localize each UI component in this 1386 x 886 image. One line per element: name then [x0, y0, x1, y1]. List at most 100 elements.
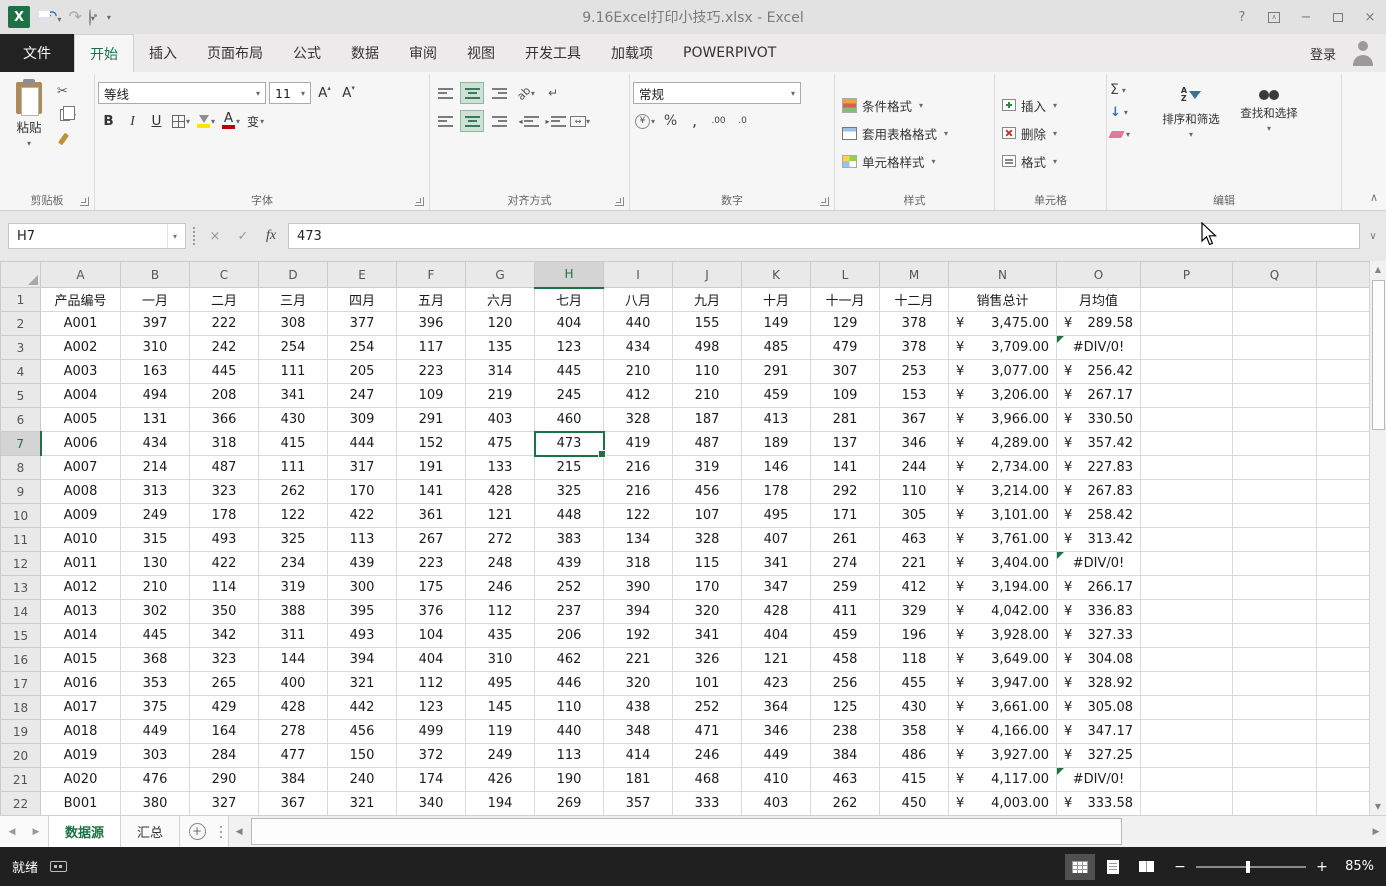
cell-H15[interactable]: 206	[535, 624, 604, 648]
row-header-3[interactable]: 3	[1, 336, 41, 360]
cell-B21[interactable]: 476	[121, 768, 190, 792]
row-header-19[interactable]: 19	[1, 720, 41, 744]
sort-filter-button[interactable]: AZ 排序和筛选 ▾	[1152, 76, 1230, 190]
clipboard-dialog-launcher[interactable]	[80, 197, 89, 206]
cell-H20[interactable]: 113	[535, 744, 604, 768]
cell-B22[interactable]: 380	[121, 792, 190, 816]
row-header-13[interactable]: 13	[1, 576, 41, 600]
cell-F11[interactable]: 267	[397, 528, 466, 552]
cell-M9[interactable]: 110	[880, 480, 949, 504]
cell-M15[interactable]: 196	[880, 624, 949, 648]
cell-F2[interactable]: 396	[397, 312, 466, 336]
cell-J12[interactable]: 115	[673, 552, 742, 576]
cell-E20[interactable]: 150	[328, 744, 397, 768]
ribbon-tab-审阅[interactable]: 审阅	[394, 34, 452, 72]
column-header-N[interactable]: N	[949, 262, 1057, 288]
cell-E1[interactable]: 四月	[328, 288, 397, 312]
cell-B10[interactable]: 249	[121, 504, 190, 528]
cell-C3[interactable]: 242	[190, 336, 259, 360]
cell-Q17[interactable]	[1233, 672, 1317, 696]
horizontal-scrollbar-track[interactable]	[249, 816, 1366, 847]
number-format-dropdown-icon[interactable]: ▾	[786, 89, 795, 98]
zoom-slider[interactable]	[1196, 866, 1306, 868]
align-top-button[interactable]	[433, 82, 457, 104]
row-header-18[interactable]: 18	[1, 696, 41, 720]
ribbon-display-options-button[interactable]: ∧	[1258, 0, 1290, 34]
cell-styles-button[interactable]: 单元格样式▾	[838, 148, 991, 174]
cell-M8[interactable]: 244	[880, 456, 949, 480]
alignment-dialog-launcher[interactable]	[615, 197, 624, 206]
cell-K8[interactable]: 146	[742, 456, 811, 480]
cell-K7[interactable]: 189	[742, 432, 811, 456]
cell-P5[interactable]	[1141, 384, 1233, 408]
cell-G5[interactable]: 219	[466, 384, 535, 408]
insert-cells-button[interactable]: 插入▾	[998, 92, 1103, 118]
font-size-combo[interactable]: 11▾	[269, 82, 311, 104]
cell-M1[interactable]: 十二月	[880, 288, 949, 312]
cell-D6[interactable]: 430	[259, 408, 328, 432]
cell-M2[interactable]: 378	[880, 312, 949, 336]
row-header-12[interactable]: 12	[1, 552, 41, 576]
cell-F18[interactable]: 123	[397, 696, 466, 720]
align-middle-button[interactable]	[460, 82, 484, 104]
ribbon-tab-开发工具[interactable]: 开发工具	[510, 34, 596, 72]
row-header-6[interactable]: 6	[1, 408, 41, 432]
cell-Q7[interactable]	[1233, 432, 1317, 456]
cell-H10[interactable]: 448	[535, 504, 604, 528]
cell-J20[interactable]: 246	[673, 744, 742, 768]
cell-I15[interactable]: 192	[604, 624, 673, 648]
cell-L11[interactable]: 261	[811, 528, 880, 552]
font-size-dropdown-icon[interactable]: ▾	[296, 89, 305, 98]
cell-M22[interactable]: 450	[880, 792, 949, 816]
cell-B14[interactable]: 302	[121, 600, 190, 624]
cell-K14[interactable]: 428	[742, 600, 811, 624]
cell-F9[interactable]: 141	[397, 480, 466, 504]
cell-G12[interactable]: 248	[466, 552, 535, 576]
sheet-tab-数据源[interactable]: 数据源	[48, 816, 121, 847]
cell-G15[interactable]: 435	[466, 624, 535, 648]
cell-I6[interactable]: 328	[604, 408, 673, 432]
cell-B15[interactable]: 445	[121, 624, 190, 648]
cell-J17[interactable]: 101	[673, 672, 742, 696]
cell-M3[interactable]: 378	[880, 336, 949, 360]
cell-O13[interactable]: ¥266.17	[1057, 576, 1141, 600]
vertical-scrollbar-thumb[interactable]	[1372, 280, 1385, 430]
cell-H12[interactable]: 439	[535, 552, 604, 576]
cell-P21[interactable]	[1141, 768, 1233, 792]
cell-A14[interactable]: A013	[41, 600, 121, 624]
column-header-G[interactable]: G	[466, 262, 535, 288]
cell-E8[interactable]: 317	[328, 456, 397, 480]
cell-N6[interactable]: ¥3,966.00	[949, 408, 1057, 432]
sheet-prev-button[interactable]: ◀	[0, 816, 24, 847]
expand-formula-bar-button[interactable]: ∨	[1360, 231, 1386, 242]
merge-center-button[interactable]: ↔▾	[568, 110, 592, 132]
row-header-16[interactable]: 16	[1, 648, 41, 672]
cell-A7[interactable]: A006	[41, 432, 121, 456]
cell-J4[interactable]: 110	[673, 360, 742, 384]
cell-C15[interactable]: 342	[190, 624, 259, 648]
cell-H9[interactable]: 325	[535, 480, 604, 504]
cell-L10[interactable]: 171	[811, 504, 880, 528]
cell-A13[interactable]: A012	[41, 576, 121, 600]
copy-button[interactable]: ▾	[57, 106, 76, 124]
cell-L17[interactable]: 256	[811, 672, 880, 696]
cell-Q3[interactable]	[1233, 336, 1317, 360]
cell-L20[interactable]: 384	[811, 744, 880, 768]
cell-P6[interactable]	[1141, 408, 1233, 432]
cell-N12[interactable]: ¥3,404.00	[949, 552, 1057, 576]
cell-A10[interactable]: A009	[41, 504, 121, 528]
cell-G6[interactable]: 403	[466, 408, 535, 432]
cell-D10[interactable]: 122	[259, 504, 328, 528]
cell-E5[interactable]: 247	[328, 384, 397, 408]
cell-A22[interactable]: B001	[41, 792, 121, 816]
find-select-button[interactable]: 查找和选择 ▾	[1230, 76, 1308, 190]
cell-L18[interactable]: 125	[811, 696, 880, 720]
cell-O16[interactable]: ¥304.08	[1057, 648, 1141, 672]
cell-A5[interactable]: A004	[41, 384, 121, 408]
account-avatar-icon[interactable]	[1348, 38, 1378, 68]
cell-P4[interactable]	[1141, 360, 1233, 384]
cell-C1[interactable]: 二月	[190, 288, 259, 312]
restore-button[interactable]	[1322, 0, 1354, 34]
cell-B17[interactable]: 353	[121, 672, 190, 696]
cell-D9[interactable]: 262	[259, 480, 328, 504]
